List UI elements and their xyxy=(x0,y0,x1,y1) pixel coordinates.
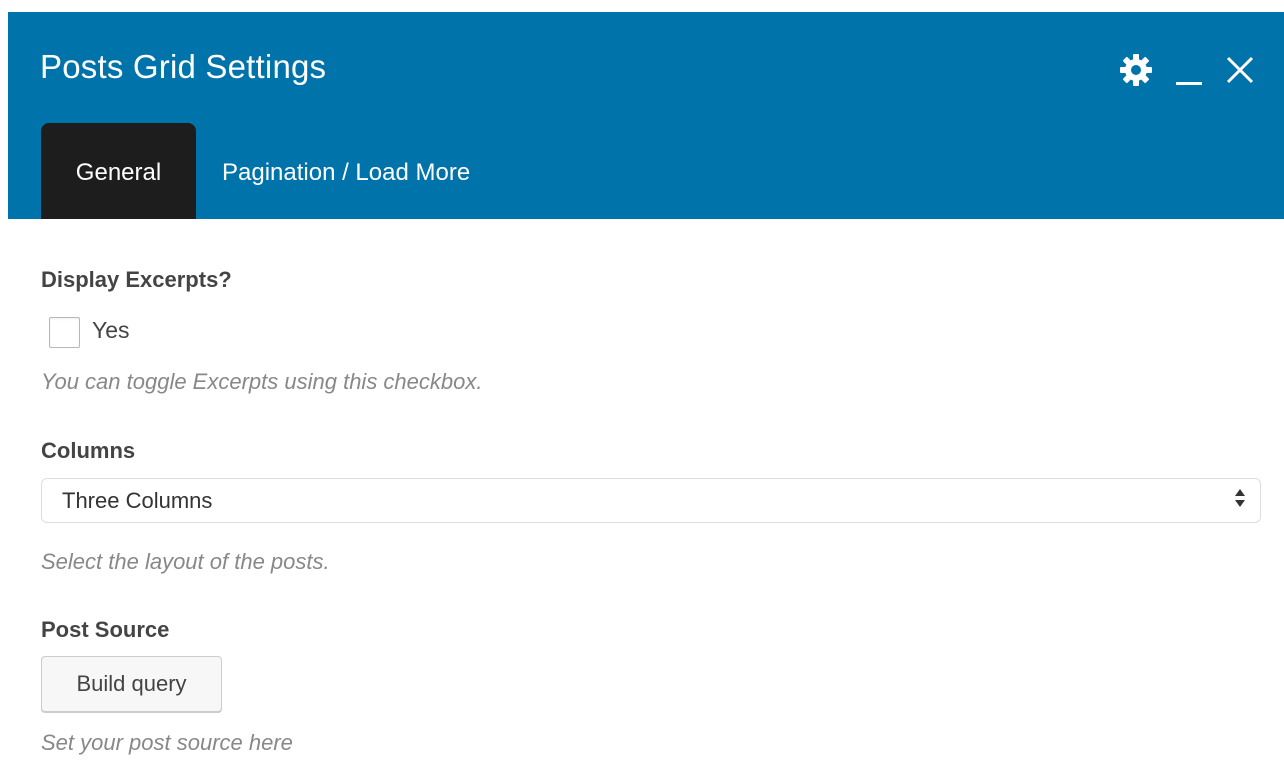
panel-header: Posts Grid Settings General Pagination /… xyxy=(8,12,1284,219)
tab-general[interactable]: General xyxy=(41,123,196,219)
select-arrows-icon xyxy=(1234,488,1246,514)
header-controls xyxy=(1118,52,1256,88)
post-source-help: Set your post source here xyxy=(41,730,293,755)
top-strip xyxy=(0,0,1284,12)
checkbox-label[interactable]: Yes xyxy=(92,317,130,344)
select-value: Three Columns xyxy=(62,487,213,513)
tab-bar: General Pagination / Load More xyxy=(41,123,496,219)
tab-label: Pagination / Load More xyxy=(222,159,471,186)
tab-label: General xyxy=(75,159,162,186)
tab-pagination[interactable]: Pagination / Load More xyxy=(196,123,496,219)
post-source-label: Post Source xyxy=(41,617,170,642)
excerpts-checkbox-row: Yes xyxy=(49,313,130,348)
build-query-button[interactable]: Build query xyxy=(41,656,222,712)
columns-select[interactable]: Three Columns xyxy=(41,478,1261,523)
columns-label: Columns xyxy=(41,438,136,463)
close-icon[interactable] xyxy=(1224,54,1256,86)
excerpts-help: You can toggle Excerpts using this check… xyxy=(41,369,483,394)
excerpts-checkbox[interactable] xyxy=(49,317,80,348)
panel-title: Posts Grid Settings xyxy=(40,48,327,85)
gear-icon[interactable] xyxy=(1118,52,1154,88)
columns-help: Select the layout of the posts. xyxy=(41,549,330,574)
minimize-icon[interactable] xyxy=(1174,52,1204,88)
excerpts-label: Display Excerpts? xyxy=(41,267,232,292)
